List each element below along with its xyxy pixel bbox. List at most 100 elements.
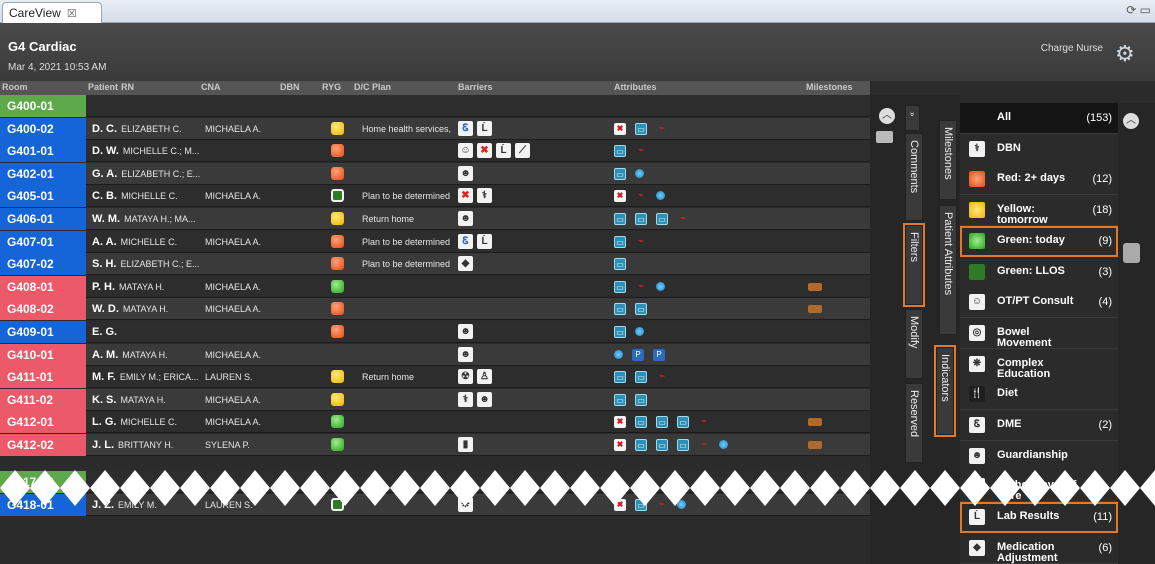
attribute-icon[interactable]: ▭ [635, 122, 647, 135]
column-header[interactable]: RN [121, 82, 134, 92]
table-row[interactable]: G412-01 L. G. MICHELLE C. MICHAELA A. ✖ ▭ ▭ ▭ ⌁ [0, 411, 870, 434]
attribute-icon[interactable]: ▭ [635, 303, 647, 316]
tab-comments[interactable]: Comments [905, 133, 923, 221]
attribute-icon[interactable]: ✖ [614, 439, 626, 451]
ryg-status-icon[interactable] [331, 212, 344, 225]
attribute-icon[interactable] [656, 281, 665, 291]
ryg-status-icon[interactable] [331, 325, 344, 338]
milestone-icon[interactable] [808, 305, 822, 314]
barrier-icon[interactable]: ◆ [458, 256, 473, 272]
patient-cell[interactable]: A. M. MATAYA H. [92, 349, 168, 361]
attribute-icon[interactable]: ⌁ [656, 371, 668, 383]
barrier-icon[interactable]: ☻ [458, 165, 473, 181]
attribute-icon[interactable]: ⌁ [635, 281, 647, 293]
attribute-icon[interactable] [656, 191, 665, 201]
tab-reserved[interactable]: Reserved [905, 383, 923, 463]
table-row[interactable]: G409-01 E. G. ☻ ▭ [0, 321, 870, 343]
ryg-status-icon[interactable] [331, 370, 344, 384]
milestone-icon[interactable] [808, 418, 822, 427]
table-row[interactable]: G406-01 W. M. MATAYA H.; MA... Return home ☻… [0, 208, 870, 230]
barrier-icon[interactable]: ☻ [458, 346, 473, 362]
patient-cell[interactable]: E. G. [92, 326, 121, 338]
tab-milestones[interactable]: Milestones [939, 120, 957, 200]
room-cell[interactable]: G409-01 [0, 321, 86, 343]
filter-item[interactable]: Ꮛ DME (2) [960, 410, 1118, 441]
barrier-icon[interactable]: Ĺ [477, 120, 492, 136]
filter-item[interactable]: ☺ OT/PT Consult (4) [960, 287, 1118, 319]
patient-cell[interactable]: M. F. EMILY M.; ERICA... [92, 371, 199, 383]
attribute-icon[interactable] [614, 349, 623, 359]
barrier-icon[interactable]: ✖ [458, 188, 473, 204]
expand-icon[interactable]: » [905, 105, 920, 131]
table-row[interactable]: G400-01 [0, 95, 870, 117]
attribute-icon[interactable]: ⌁ [635, 145, 647, 157]
attribute-icon[interactable]: ▭ [614, 371, 626, 384]
attribute-icon[interactable]: ▭ [614, 303, 626, 316]
attribute-icon[interactable]: P [632, 348, 644, 361]
attribute-icon[interactable]: ▭ [614, 213, 626, 225]
table-row[interactable]: G401-01 D. W. MICHELLE C.; M... ☺ ✖ Ĺ ⟋ ▭ ⌁ [0, 140, 870, 163]
table-row[interactable]: G408-02 W. D. MATAYA H. MICHAELA A. ▭ ▭ [0, 298, 870, 321]
attribute-icon[interactable]: ✖ [614, 190, 626, 203]
gear-icon[interactable]: ⚙ [1115, 43, 1137, 65]
attribute-icon[interactable]: ▭ [635, 439, 647, 451]
ryg-status-icon[interactable] [331, 166, 344, 180]
column-header[interactable]: Room [2, 82, 28, 92]
filter-item[interactable]: ⚕ DBN [960, 133, 1118, 165]
attribute-icon[interactable]: ▭ [614, 235, 626, 248]
patient-cell[interactable]: C. B. MICHELLE C. [92, 190, 178, 202]
patient-cell[interactable]: L. G. MICHELLE C. [92, 416, 177, 428]
close-icon[interactable]: ☒ [67, 8, 77, 20]
scroll-thumb[interactable] [1123, 243, 1140, 263]
room-cell[interactable]: G405-01 [0, 185, 86, 208]
attribute-icon[interactable]: ⌁ [698, 416, 710, 428]
tab-modify[interactable]: Modify [905, 309, 923, 379]
filter-item[interactable]: All (153) [960, 103, 1118, 134]
barrier-icon[interactable]: ☻ [458, 211, 473, 226]
dc-plan[interactable]: Home health services, ... [362, 124, 454, 134]
ryg-status-icon[interactable] [331, 121, 344, 135]
patient-cell[interactable]: D. W. MICHELLE C.; M... [92, 145, 199, 157]
room-cell[interactable]: G400-01 [0, 95, 86, 117]
filter-item[interactable]: ◆ Medication Adjustment (6) [960, 532, 1118, 564]
room-cell[interactable]: G408-02 [0, 298, 86, 321]
room-cell[interactable]: G400-02 [0, 117, 86, 140]
room-cell[interactable]: G410-01 [0, 343, 86, 366]
room-cell[interactable]: G412-02 [0, 434, 86, 456]
barrier-icon[interactable]: ☢ [458, 369, 473, 385]
filter-item[interactable]: Ĺ Lab Results (11) [960, 502, 1118, 534]
column-header[interactable]: Barriers [458, 82, 493, 92]
attribute-icon[interactable]: ▭ [677, 416, 689, 429]
attribute-icon[interactable]: P [653, 348, 665, 361]
attribute-icon[interactable]: ⌁ [635, 190, 647, 202]
table-row[interactable]: G400-02 D. C. ELIZABETH C. MICHAELA A. Home … [0, 117, 870, 140]
scroll-up-icon[interactable]: ︿ [1123, 113, 1139, 129]
filter-item[interactable]: ◎ Bowel Movement [960, 317, 1118, 349]
barrier-icon[interactable]: ⚕ [458, 391, 473, 407]
patient-cell[interactable]: G. A. ELIZABETH C.; E... [92, 168, 200, 180]
column-header[interactable]: Patient [88, 82, 118, 92]
scroll-up-icon[interactable]: ︿ [879, 108, 895, 124]
room-cell[interactable]: G412-01 [0, 411, 86, 434]
barrier-icon[interactable]: Ĺ [477, 233, 492, 249]
room-cell[interactable]: G408-01 [0, 275, 86, 298]
ryg-status-icon[interactable] [331, 415, 344, 429]
careview-tab[interactable]: CareView ☒ [2, 2, 102, 23]
attribute-icon[interactable]: ▭ [635, 393, 647, 406]
column-header[interactable]: Attributes [614, 82, 657, 92]
patient-cell[interactable]: A. A. MICHELLE C. [92, 236, 177, 248]
patient-cell[interactable]: S. H. ELIZABETH C.; E... [92, 258, 199, 270]
room-cell[interactable]: G411-02 [0, 388, 86, 411]
column-header[interactable]: Milestones [806, 82, 853, 92]
attribute-icon[interactable]: ▭ [614, 326, 626, 338]
patient-cell[interactable]: K. S. MATAYA H. [92, 394, 166, 406]
table-row[interactable]: G408-01 P. H. MATAYA H. MICHAELA A. ▭ ⌁ [0, 275, 870, 298]
room-cell[interactable]: G402-01 [0, 162, 86, 185]
filter-item[interactable]: ☻ Guardianship [960, 440, 1118, 472]
patient-cell[interactable]: D. C. ELIZABETH C. [92, 123, 182, 135]
attribute-icon[interactable]: ⌁ [635, 236, 647, 248]
barrier-icon[interactable]: Ĺ [496, 143, 511, 159]
barrier-icon[interactable]: ☻ [458, 324, 473, 339]
attribute-icon[interactable]: ✖ [614, 122, 626, 135]
tab-patient-attributes[interactable]: Patient Attributes [939, 205, 957, 335]
